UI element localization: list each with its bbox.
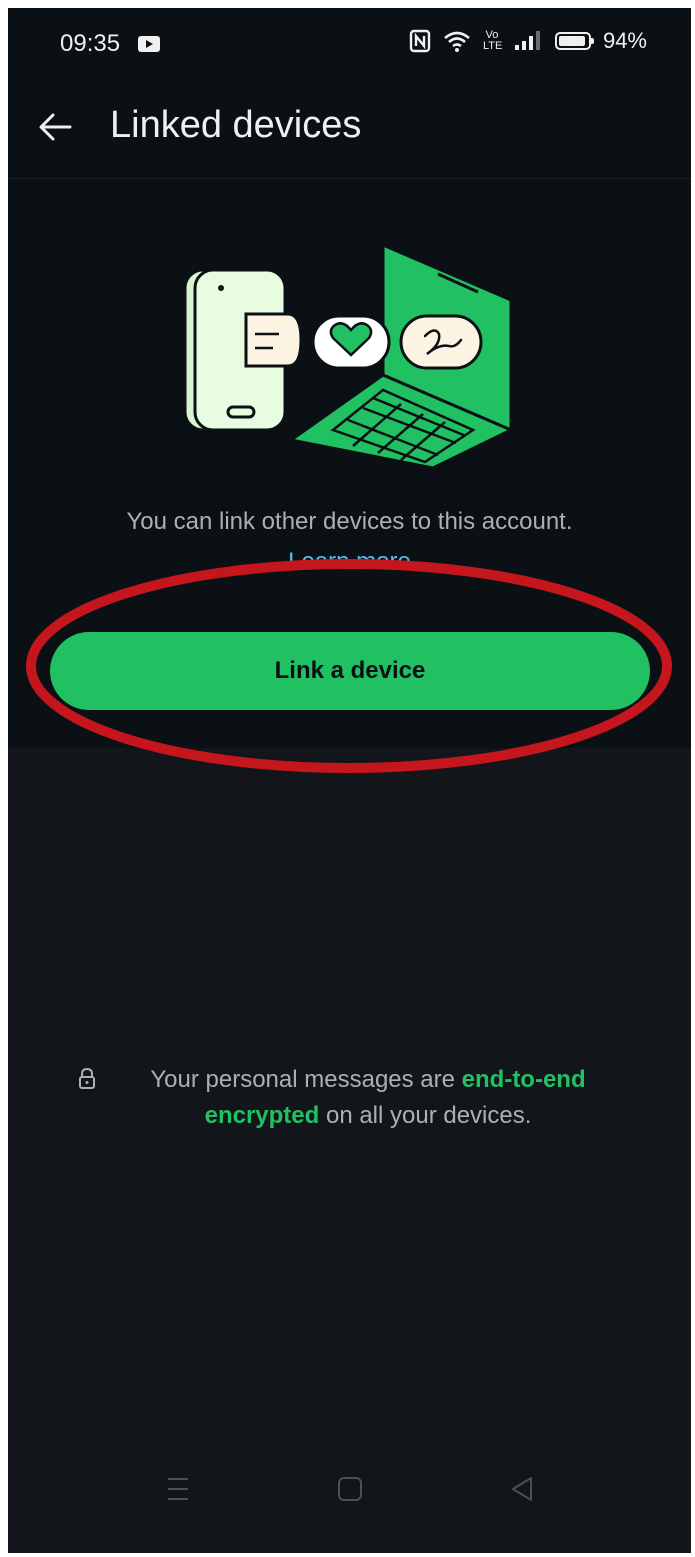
battery-icon [554,32,594,50]
nfc-icon [409,29,431,53]
link-a-device-button[interactable]: Link a device [50,632,650,710]
system-nav-bar [8,1413,691,1553]
linked-devices-description: You can link other devices to this accou… [126,508,573,535]
recents-button[interactable] [158,1469,198,1509]
encryption-prefix: Your personal messages are [150,1066,462,1093]
status-time: 09:35 [60,30,121,57]
arrow-left-icon [39,113,72,141]
nav-back-button[interactable] [502,1469,542,1509]
app-bar: Linked devices [8,78,691,179]
home-button[interactable] [330,1469,370,1509]
notification-video-icon [138,36,160,52]
encryption-notice: Your personal messages are end-to-end enc… [138,1062,598,1134]
recents-icon [168,1478,188,1500]
status-bar: 09:35 Vo LTE 94% [8,8,691,78]
page-title: Linked devices [110,104,362,146]
link-a-device-label: Link a device [274,657,426,684]
phone-laptop-linking-illustration [183,242,515,470]
status-icons: Vo LTE 94% [409,28,647,54]
back-button[interactable] [30,102,80,152]
lock-icon [79,1068,95,1089]
learn-more-link[interactable]: Learn more [8,548,691,570]
back-triangle-icon [512,1477,532,1501]
battery-level [558,36,586,46]
phone-screen: 09:35 Vo LTE 94% Linked devices You can … [8,8,691,1553]
home-icon [338,1477,362,1501]
volte-label: Vo LTE [482,29,503,52]
wifi-icon [444,31,470,52]
signal-icon [514,31,540,50]
encryption-suffix: on all your devices. [319,1102,532,1129]
encryption-highlight-encrypted[interactable]: encrypted [205,1102,320,1129]
battery-percent: 94% [602,28,647,53]
encryption-highlight-end-to-end[interactable]: end-to-end [462,1066,586,1093]
